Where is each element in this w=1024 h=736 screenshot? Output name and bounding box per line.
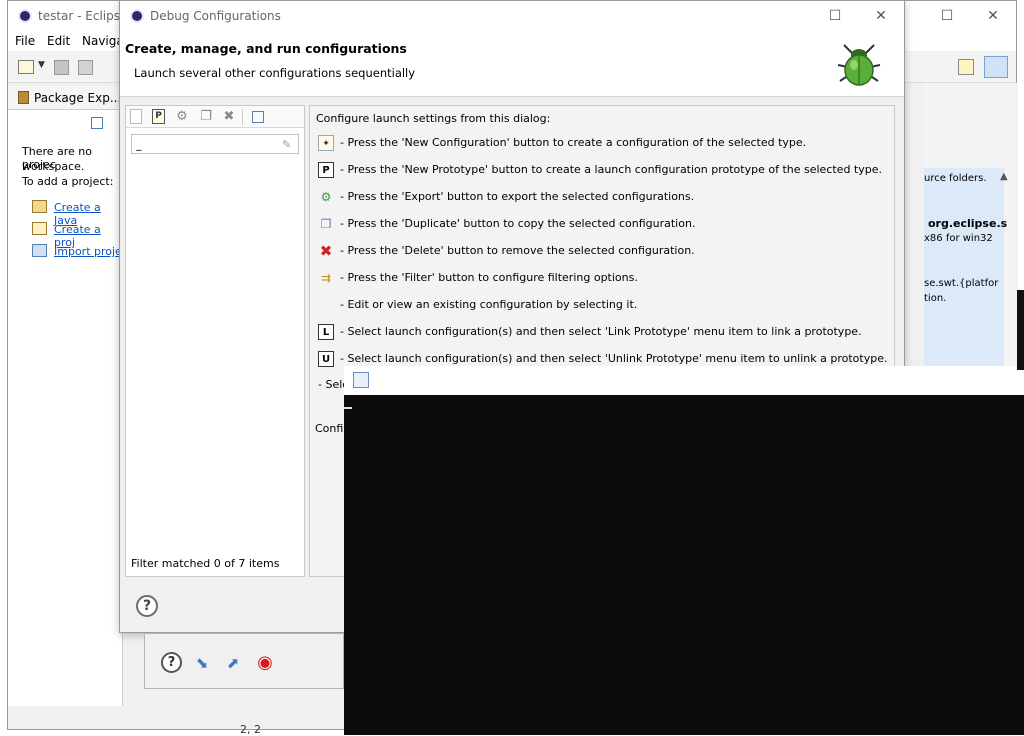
hint-export: ⚙ - Press the 'Export' button to export t… bbox=[318, 188, 695, 208]
export-icon[interactable]: ⚙ bbox=[174, 109, 190, 125]
import-icon[interactable]: ⬊ bbox=[190, 652, 214, 674]
lower-dialog-strip: ? ⬊ ⬈ ◉ bbox=[144, 633, 344, 689]
export-icon: ⚙ bbox=[320, 190, 332, 204]
configurations-tree-pane: P ⚙ ❐ ✖ ✎ Filter matched 0 of 7 items bbox=[125, 105, 305, 577]
console-cursor bbox=[344, 407, 352, 409]
hint-text: - Press the 'Duplicate' button to copy t… bbox=[340, 217, 696, 230]
intro-text: Configure launch settings from this dial… bbox=[316, 112, 551, 125]
filter-status: Filter matched 0 of 7 items bbox=[131, 557, 280, 570]
package-explorer-tab[interactable]: Package Exp... bbox=[8, 86, 123, 110]
console-titlebar bbox=[344, 366, 1024, 395]
background-window-edge bbox=[1017, 290, 1024, 370]
save-icon[interactable] bbox=[54, 60, 69, 75]
collapse-all-icon[interactable] bbox=[91, 117, 103, 129]
eclipse-maximize-button[interactable]: ☐ bbox=[924, 1, 970, 31]
hint-link-prototype: L - Select launch configuration(s) and th… bbox=[318, 323, 862, 343]
hint-text: - Press the 'Filter' button to configure… bbox=[340, 271, 638, 284]
dialog-header: Create, manage, and run configurations L… bbox=[120, 31, 904, 97]
eclipse-logo-icon bbox=[18, 9, 32, 23]
help-button[interactable]: ? bbox=[136, 595, 158, 617]
menu-file[interactable]: File bbox=[15, 34, 35, 48]
new-prototype-icon: P bbox=[318, 162, 334, 178]
scroll-up-icon[interactable]: ▲ bbox=[1000, 171, 1008, 182]
hint-new-prototype: P - Press the 'New Prototype' button to c… bbox=[318, 161, 882, 181]
help-button[interactable]: ? bbox=[161, 652, 182, 673]
toolbar-separator bbox=[242, 109, 243, 125]
new-config-icon: ✦ bbox=[318, 135, 334, 151]
package-explorer-label: Package Exp... bbox=[34, 91, 122, 105]
eclipse-logo-icon bbox=[130, 9, 144, 23]
save-all-icon[interactable] bbox=[78, 60, 93, 75]
import-project-link[interactable]: Import proje bbox=[54, 245, 122, 258]
chevron-down-icon[interactable]: ▼ bbox=[38, 60, 45, 70]
dialog-title: Debug Configurations bbox=[150, 9, 281, 23]
hint-text: - Press the 'Export' button to export th… bbox=[340, 190, 695, 203]
right-text-3: x86 for win32 bbox=[924, 233, 993, 244]
duplicate-icon[interactable]: ❐ bbox=[198, 109, 214, 125]
dialog-titlebar: Debug Configurations ☐ ✕ bbox=[120, 1, 904, 31]
configurations-toolbar: P ⚙ ❐ ✖ bbox=[126, 106, 304, 128]
right-text-1: urce folders. bbox=[924, 173, 987, 184]
project-icon bbox=[32, 222, 47, 235]
partial-config-text: Confi bbox=[315, 422, 344, 435]
dialog-maximize-button[interactable]: ☐ bbox=[812, 1, 858, 31]
java-perspective-icon[interactable] bbox=[984, 56, 1008, 78]
unlink-prototype-icon: U bbox=[318, 351, 334, 367]
hint-new-configuration: ✦ - Press the 'New Configuration' button … bbox=[318, 134, 806, 154]
hint-text: - Press the 'Delete' button to remove th… bbox=[340, 244, 695, 257]
hint-text: - Select launch configuration(s) and the… bbox=[340, 325, 862, 338]
new-configuration-icon[interactable] bbox=[130, 109, 142, 124]
hint-text: - Edit or view an existing configuration… bbox=[340, 298, 638, 311]
hint-text: - Select launch configuration(s) and the… bbox=[340, 352, 888, 365]
open-perspective-icon[interactable] bbox=[958, 59, 974, 75]
hint-filter: ⇉ - Press the 'Filter' button to configur… bbox=[318, 269, 638, 289]
bug-icon bbox=[837, 44, 881, 86]
no-projects-text-2: workspace. bbox=[22, 160, 85, 173]
blank-icon bbox=[318, 297, 334, 313]
right-text-2: org.eclipse.s bbox=[928, 217, 1008, 230]
menu-edit[interactable]: Edit bbox=[47, 34, 70, 48]
java-project-icon bbox=[32, 200, 47, 213]
hint-text: - Press the 'New Prototype' button to cr… bbox=[340, 163, 883, 176]
right-text-5: tion. bbox=[924, 293, 947, 304]
delete-icon[interactable]: ✖ bbox=[221, 109, 237, 125]
eclipse-close-button[interactable]: ✕ bbox=[970, 1, 1016, 31]
package-explorer-icon bbox=[18, 91, 29, 104]
duplicate-icon: ❐ bbox=[320, 217, 332, 231]
link-prototype-icon: L bbox=[318, 324, 334, 340]
dialog-heading: Create, manage, and run configurations bbox=[125, 41, 407, 56]
hint-edit: - Edit or view an existing configuration… bbox=[318, 296, 637, 316]
bottom-status-text: 2, 2 bbox=[240, 723, 261, 736]
filter-input[interactable] bbox=[131, 134, 299, 154]
export-icon[interactable]: ⬈ bbox=[221, 652, 245, 674]
filter-icon: ⇉ bbox=[320, 271, 332, 285]
hint-text: - Press the 'New Configuration' button t… bbox=[340, 136, 807, 149]
right-text-4: se.swt.{platfor bbox=[924, 278, 999, 289]
right-info-box bbox=[924, 168, 1004, 368]
new-prototype-icon[interactable]: P bbox=[152, 109, 165, 124]
delete-icon: ✖ bbox=[319, 242, 333, 260]
stop-record-icon[interactable]: ◉ bbox=[253, 652, 277, 674]
clear-filter-icon[interactable]: ✎ bbox=[282, 138, 291, 151]
dialog-subheading: Launch several other configurations sequ… bbox=[134, 66, 416, 80]
new-wizard-icon[interactable] bbox=[18, 60, 34, 74]
package-explorer-panel: Package Exp... There are no projec works… bbox=[8, 86, 123, 706]
add-project-text: To add a project: bbox=[22, 175, 114, 188]
console-window bbox=[344, 366, 1024, 735]
import-icon bbox=[32, 244, 47, 257]
collapse-all-icon[interactable] bbox=[252, 111, 264, 123]
hint-duplicate: ❐ - Press the 'Duplicate' button to copy … bbox=[318, 215, 696, 235]
java-app-icon bbox=[353, 372, 369, 388]
hint-delete: ✖ - Press the 'Delete' button to remove t… bbox=[318, 242, 695, 262]
dialog-close-button[interactable]: ✕ bbox=[858, 1, 904, 31]
